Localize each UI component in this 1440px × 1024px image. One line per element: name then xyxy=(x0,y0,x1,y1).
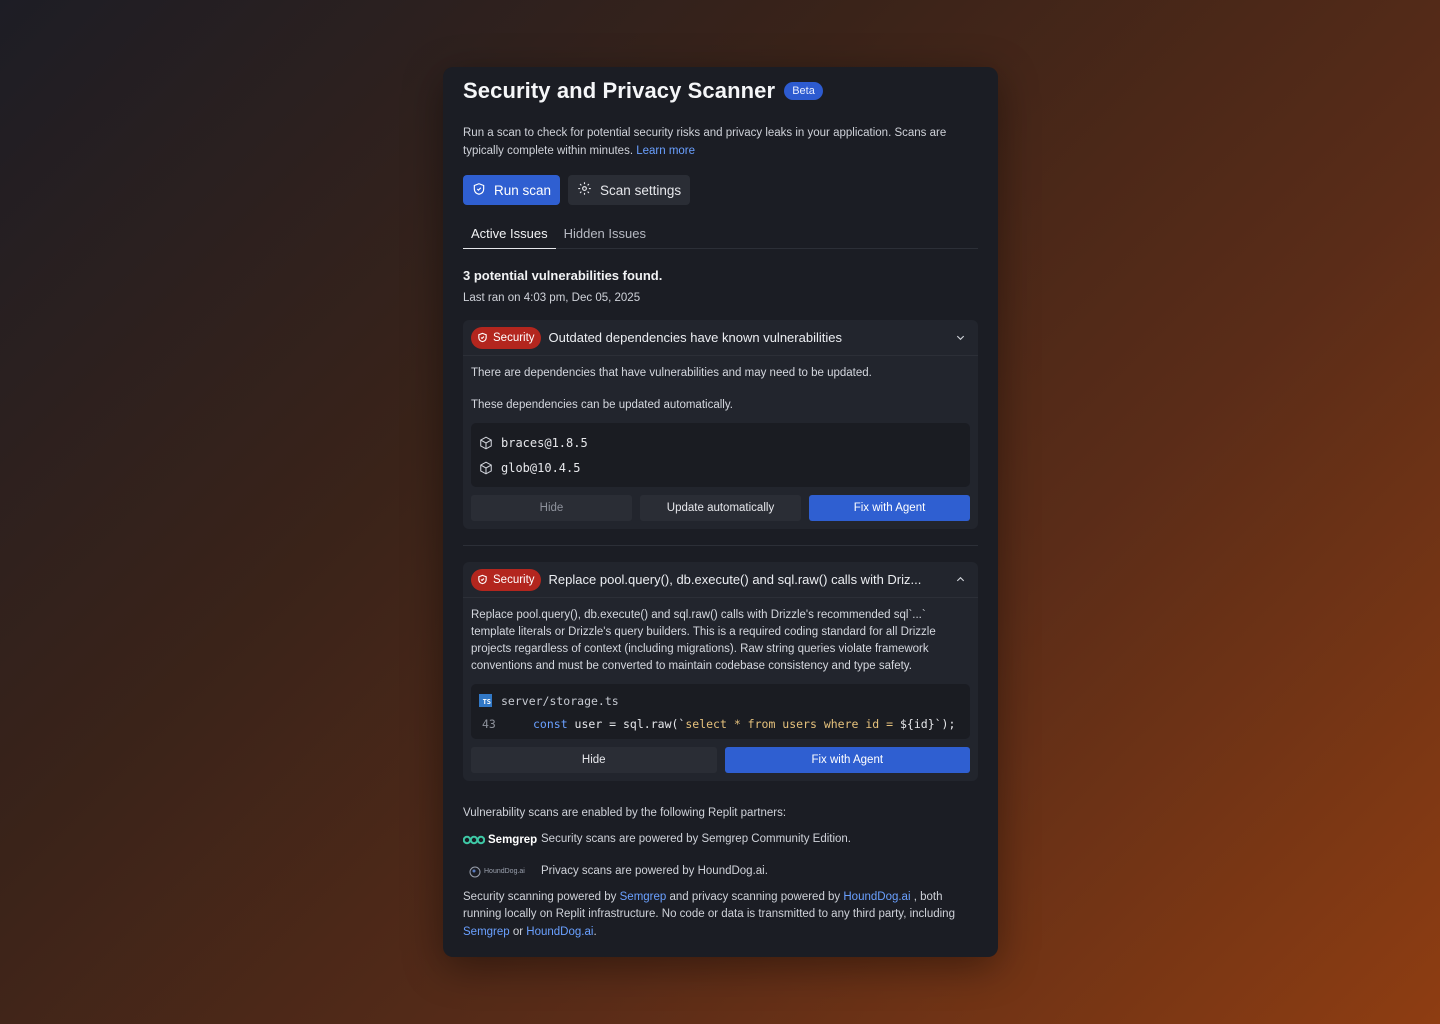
typescript-file-icon: TS xyxy=(479,694,492,707)
fix-with-agent-button[interactable]: Fix with Agent xyxy=(724,747,970,773)
issue-card: Security Replace pool.query(), db.execut… xyxy=(463,562,978,781)
chevron-down-icon[interactable] xyxy=(950,332,970,343)
file-path[interactable]: server/storage.ts xyxy=(501,694,619,708)
shield-icon xyxy=(478,574,487,585)
run-scan-button[interactable]: Run scan xyxy=(463,175,561,205)
semgrep-logo: Semgrep xyxy=(463,834,541,846)
issue-header[interactable]: Security Outdated dependencies have know… xyxy=(463,320,978,356)
dependency-name: glob@10.4.5 xyxy=(501,460,581,475)
update-automatically-button[interactable]: Update automatically xyxy=(640,495,801,521)
code-text: (` xyxy=(671,717,686,731)
last-ran-timestamp: Last ran on 4:03 pm, Dec 05, 2025 xyxy=(463,292,641,304)
code-file-header: TS server/storage.ts xyxy=(479,692,962,709)
intro-text: Run a scan to check for potential securi… xyxy=(463,125,963,160)
issue-header[interactable]: Security Replace pool.query(), db.execut… xyxy=(463,562,978,598)
scan-settings-button[interactable]: Scan settings xyxy=(568,175,691,205)
security-badge: Security xyxy=(471,568,541,591)
semgrep-link[interactable]: Semgrep xyxy=(463,926,510,938)
issue-description: There are dependencies that have vulnera… xyxy=(471,367,872,379)
line-number: 43 xyxy=(482,717,496,731)
package-icon xyxy=(480,461,492,474)
hounddog-link[interactable]: HoundDog.ai xyxy=(526,926,593,938)
security-badge: Security xyxy=(471,326,541,349)
hide-button[interactable]: Hide xyxy=(471,747,717,773)
badge-label: Security xyxy=(493,331,535,344)
tab-hidden-issues[interactable]: Hidden Issues xyxy=(556,226,654,249)
package-icon xyxy=(480,436,492,449)
issue-actions: Hide Update automatically Fix with Agent xyxy=(471,495,970,521)
scan-settings-label: Scan settings xyxy=(600,182,682,198)
issue-tabs: Active Issues Hidden Issues xyxy=(463,226,978,249)
issue-card: Security Outdated dependencies have know… xyxy=(463,320,978,529)
fix-with-agent-button[interactable]: Fix with Agent xyxy=(809,495,970,521)
issue-title: Replace pool.query(), db.execute() and s… xyxy=(548,572,922,587)
hounddog-text: Privacy scans are powered by HoundDog.ai… xyxy=(541,864,768,877)
semgrep-text: Security scans are powered by Semgrep Co… xyxy=(541,832,852,845)
run-scan-label: Run scan xyxy=(494,182,552,198)
chevron-up-icon[interactable] xyxy=(950,574,970,585)
semgrep-link[interactable]: Semgrep xyxy=(620,891,667,903)
issue-description: Replace pool.query(), db.execute() and s… xyxy=(471,609,936,672)
hide-button[interactable]: Hide xyxy=(471,495,632,521)
vulnerability-count: 3 potential vulnerabilities found. xyxy=(463,268,663,283)
dependency-name: braces@1.8.5 xyxy=(501,435,588,450)
code-text: user = sql. xyxy=(567,717,651,731)
issue-actions: Hide Fix with Agent xyxy=(471,747,970,773)
note-text: and privacy scanning powered by xyxy=(666,890,844,903)
issue-title: Outdated dependencies have known vulnera… xyxy=(548,330,842,345)
gear-icon xyxy=(577,181,592,199)
divider xyxy=(463,545,978,546)
issue-subdescription: These dependencies can be updated automa… xyxy=(471,399,733,411)
beta-badge: Beta xyxy=(784,82,823,100)
note-text: or xyxy=(509,925,527,938)
note-text: . xyxy=(593,925,597,938)
privacy-note: Security scanning powered by Semgrep and… xyxy=(463,889,973,942)
header: Security and Privacy Scanner Beta xyxy=(463,77,978,105)
hounddog-link[interactable]: HoundDog.ai xyxy=(843,891,910,903)
action-bar: Run scan Scan settings xyxy=(463,175,978,205)
hounddog-logo: HoundDog.ai xyxy=(463,866,541,878)
code-keyword: const xyxy=(533,717,568,731)
scanner-panel: Security and Privacy Scanner Beta Run a … xyxy=(443,67,998,957)
code-snippet: TS server/storage.ts 43 const user = sql… xyxy=(471,684,970,739)
semgrep-name: Semgrep xyxy=(488,833,538,846)
learn-more-link[interactable]: Learn more xyxy=(636,145,695,157)
code-text: ${id}`); xyxy=(900,717,956,731)
partner-semgrep: Semgrep Security scans are powered by Se… xyxy=(463,831,978,849)
list-item: glob@10.4.5 xyxy=(479,455,962,480)
code-string: select * from users where id = xyxy=(685,717,900,731)
page-title: Security and Privacy Scanner xyxy=(463,78,776,103)
tab-active-issues[interactable]: Active Issues xyxy=(463,226,556,249)
intro-description: Run a scan to check for potential securi… xyxy=(463,127,947,157)
partners-intro: Vulnerability scans are enabled by the f… xyxy=(463,807,787,819)
code-line: 43 const user = sql. raw (` select * fro… xyxy=(479,717,962,731)
partner-hounddog: HoundDog.ai Privacy scans are powered by… xyxy=(463,863,978,881)
shield-icon xyxy=(478,332,487,343)
semgrep-icon xyxy=(463,835,485,844)
code-function: raw xyxy=(650,717,672,731)
list-item: braces@1.8.5 xyxy=(479,430,962,455)
dependency-list: braces@1.8.5 glob@10.4.5 xyxy=(471,423,970,487)
note-text: Security scanning powered by xyxy=(463,890,620,903)
hounddog-icon xyxy=(469,866,481,877)
shield-icon xyxy=(472,182,486,199)
badge-label: Security xyxy=(493,573,535,586)
hounddog-name: HoundDog.ai xyxy=(484,868,525,875)
